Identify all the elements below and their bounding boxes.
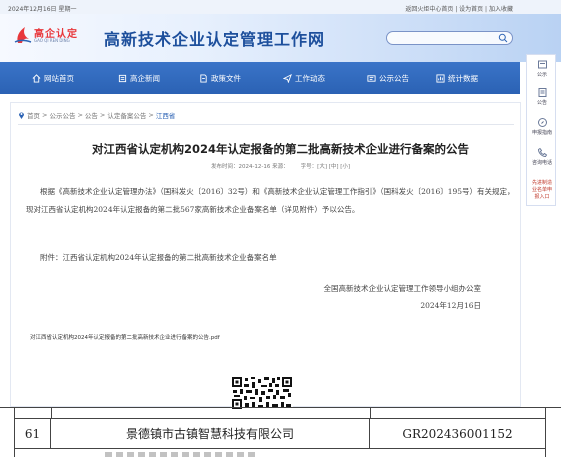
float-entry-line: 业名单申 — [531, 187, 552, 193]
float-item-guide[interactable]: 申报指南 — [527, 117, 557, 136]
breadcrumb: 首页 > 公示公告 > 公告 > 认定备案公告 > 江西省 — [18, 110, 177, 120]
plane-icon — [283, 73, 292, 83]
divider — [18, 124, 514, 125]
nav-item-stats[interactable]: 统计数据 — [436, 62, 478, 94]
table-row-partial — [14, 408, 546, 418]
bulletin-icon — [537, 60, 547, 69]
breadcrumb-sep: > — [77, 111, 83, 119]
breadcrumb-home[interactable]: 首页 — [27, 110, 40, 120]
float-item-label: 公示 — [536, 72, 547, 78]
row-number: 61 — [15, 419, 51, 448]
float-entry-line: 先进制造 — [531, 180, 552, 186]
certificate-code: GR202436001152 — [402, 426, 513, 441]
nav-item-label: 公示公告 — [379, 73, 409, 83]
breadcrumb-filing[interactable]: 认定备案公告 — [107, 110, 146, 120]
font-size-control[interactable]: 字号：[大] [中] [小] — [301, 164, 350, 170]
nav-item-label: 高企新闻 — [130, 73, 160, 83]
breadcrumb-sep: > — [99, 111, 106, 119]
top-links[interactable]: 返回火炬中心首页 | 设为首页 | 加入收藏 — [405, 4, 513, 13]
breadcrumb-publicity[interactable]: 公示公告 — [49, 110, 75, 120]
brand-name-en: GAO QI REN DING — [34, 38, 70, 43]
float-entry-line: 报入口 — [534, 194, 550, 200]
company-name: 景德镇市古镇智慧科技有限公司 — [51, 419, 370, 448]
nav-item-home[interactable]: 网站首页 — [32, 62, 74, 94]
nav-item-bulletin[interactable]: 公示公告 — [367, 62, 409, 94]
signature-org: 全国高新技术企业认定管理工作领导小组办公室 — [323, 284, 482, 293]
news-icon — [118, 74, 127, 82]
logo-mark-icon — [14, 27, 32, 43]
search-icon[interactable] — [498, 33, 508, 43]
home-icon — [32, 73, 41, 83]
article-paragraph: 根据《高新技术企业认定管理办法》（国科发火〔2016〕32号）和《高新技术企业认… — [26, 187, 515, 214]
side-float-panel: 公示 公告 申报指南 咨询电话 先进制造 业名单申 报入口 — [526, 54, 556, 206]
float-item-manufacturing-entry[interactable]: 先进制造 业名单申 报入口 — [527, 179, 557, 200]
stats-icon — [436, 73, 445, 83]
breadcrumb-sep: > — [42, 111, 48, 119]
attachment-link[interactable]: 对江西省认定机构2024年认定报备的第二批高新技术企业进行备案的公告.pdf — [30, 333, 220, 341]
float-item-label: 申报指南 — [531, 130, 552, 136]
breadcrumb-current[interactable]: 江西省 — [156, 110, 176, 120]
main-nav: 网站首页 高企新闻 政策文件 工作动态 公示公告 统计数据 — [0, 62, 520, 94]
breadcrumb-notice[interactable]: 公告 — [85, 110, 98, 120]
article-meta: 发布时间：2024-12-16 来源： 字号：[大] [中] [小] — [0, 162, 561, 170]
table-row: 61 景德镇市古镇智慧科技有限公司 GR202436001152 — [14, 418, 546, 449]
document-icon — [200, 73, 207, 83]
float-item-notice[interactable]: 公告 — [527, 87, 557, 106]
location-pin-icon — [19, 112, 24, 119]
current-date: 2024年12月16日 星期一 — [8, 6, 77, 13]
nav-item-work[interactable]: 工作动态 — [283, 62, 325, 94]
nav-item-label: 统计数据 — [448, 73, 478, 83]
site-title: 高新技术企业认定管理工作网 — [104, 30, 326, 49]
qr-code-icon — [231, 376, 293, 410]
nav-item-news[interactable]: 高企新闻 — [118, 62, 160, 94]
float-item-label: 公告 — [536, 100, 547, 106]
nav-item-label: 工作动态 — [295, 73, 325, 83]
compass-icon — [537, 118, 547, 127]
nav-item-label: 政策文件 — [211, 73, 241, 83]
article-title: 对江西省认定机构2024年认定报备的第二批高新技术企业进行备案的公告 — [91, 142, 469, 156]
site-header: 高企认定 GAO QI REN DING 高新技术企业认定管理工作网 — [0, 14, 561, 62]
site-logo[interactable]: 高企认定 GAO QI REN DING — [14, 23, 84, 51]
bulletin-icon — [367, 74, 376, 82]
nav-item-policy[interactable]: 政策文件 — [199, 62, 241, 94]
notice-icon — [538, 88, 546, 97]
nav-item-label: 网站首页 — [44, 73, 74, 83]
publish-info: 发布时间：2024-12-16 来源： — [210, 164, 289, 170]
table-row-partial — [14, 449, 546, 457]
top-bar: 2024年12月16日 星期一 返回火炬中心首页 | 设为首页 | 加入收藏 — [0, 0, 561, 14]
signature-date: 2024年12月16日 — [420, 301, 481, 310]
search-input[interactable] — [386, 31, 513, 45]
breadcrumb-sep: > — [148, 111, 154, 119]
attachment-note: 附件：江西省认定机构2024年认定报备的第二批高新技术企业备案名单 — [40, 253, 277, 262]
float-item-publicity[interactable]: 公示 — [527, 59, 557, 78]
